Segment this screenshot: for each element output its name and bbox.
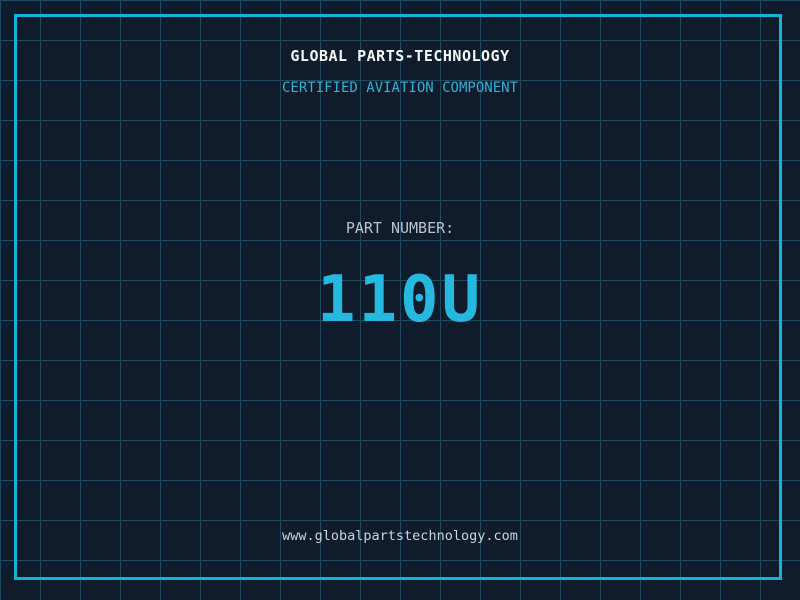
company-name: GLOBAL PARTS-TECHNOLOGY [290,47,510,65]
part-number-value: 110U [316,263,484,337]
certification-tagline: CERTIFIED AVIATION COMPONENT [281,80,518,96]
website-url: www.globalpartstechnology.com [282,528,518,544]
part-number-label: PART NUMBER: [345,219,455,237]
part-card: GLOBAL PARTS-TECHNOLOGY CERTIFIED AVIATI… [0,0,800,600]
